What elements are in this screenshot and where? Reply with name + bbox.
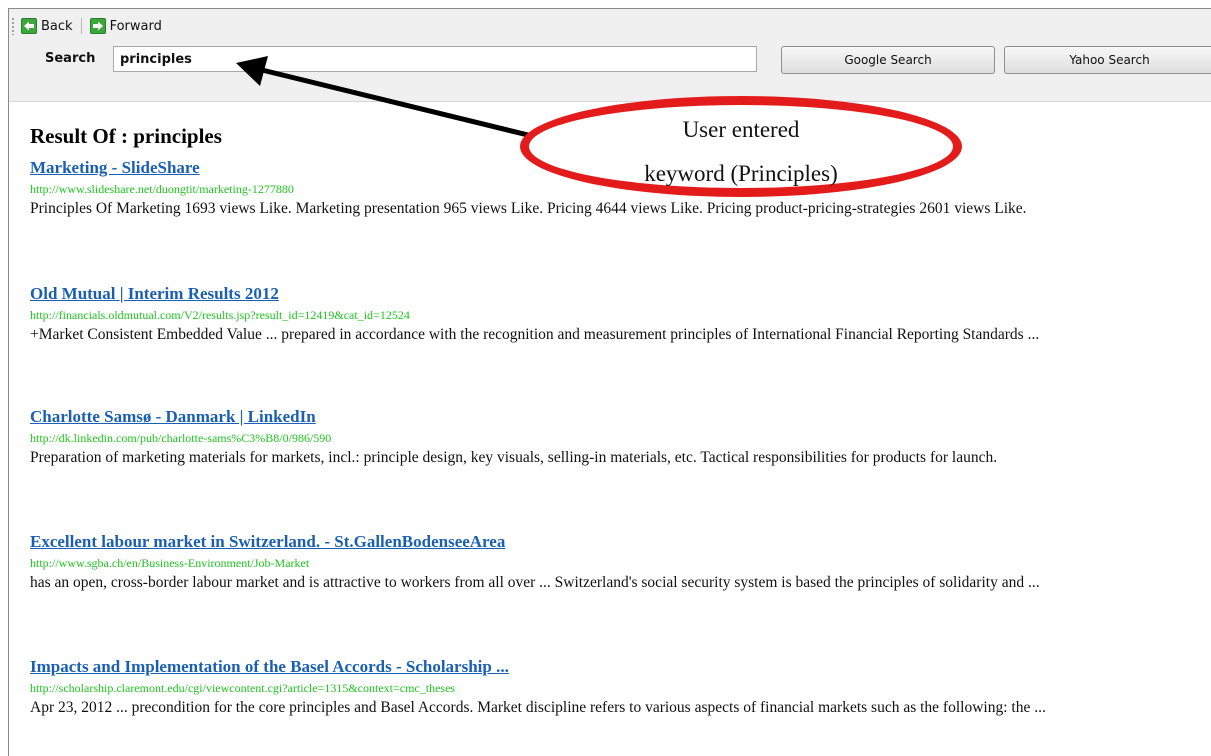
annotation-text-line2: keyword (Principles) xyxy=(644,161,838,186)
annotation-callout: User entered keyword (Principles) xyxy=(520,96,962,197)
annotation-text-line1: User entered xyxy=(682,117,800,142)
